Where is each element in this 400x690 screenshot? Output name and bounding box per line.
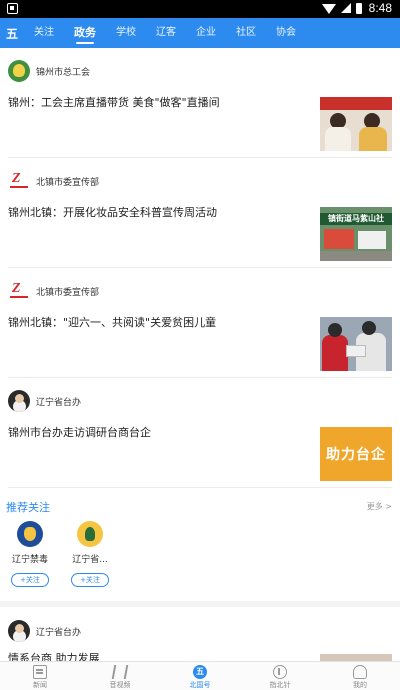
section-gap: [0, 601, 400, 607]
post-author[interactable]: 辽宁省台办: [8, 620, 81, 642]
follow-button[interactable]: +关注: [71, 573, 109, 587]
author-name: 北镇市委宣传部: [36, 287, 100, 298]
system-indicators: 8:48: [321, 1, 392, 15]
post-title[interactable]: 情系台商 助力发展: [8, 652, 308, 661]
more-link[interactable]: 更多 >: [367, 501, 392, 512]
feed-item[interactable]: 北镇市委宣传部 锦州北镇：开展化妆品安全科普宣传周活动 镇街道马紫山社: [0, 158, 400, 268]
author-name: 北镇市委宣传部: [36, 177, 100, 188]
app-notification-icon: [7, 3, 18, 14]
recommend-card[interactable]: 辽宁省... +关注: [66, 521, 114, 595]
taiwan-office-avatar-icon: [8, 620, 30, 642]
propaganda-dept-avatar-icon: [8, 170, 30, 192]
post-thumbnail[interactable]: 助力台企: [320, 427, 392, 481]
post-title[interactable]: 锦州北镇："迎六一、共阅读"关爱贫困儿童: [8, 316, 308, 330]
recommend-name: 辽宁禁毒: [11, 555, 48, 565]
user-icon: [353, 665, 367, 679]
nav-label: 新闻: [33, 681, 47, 689]
post-author[interactable]: 北镇市委宣传部: [8, 170, 99, 192]
home-logo-icon[interactable]: 五: [0, 18, 24, 48]
thumbnail-sign-text: 镇街道马紫山社: [320, 213, 392, 225]
province-badge-icon: [77, 521, 103, 547]
status-bar: 8:48: [0, 0, 400, 18]
tab-liaoke[interactable]: 辽客: [156, 18, 176, 48]
recommend-card[interactable]: 辽宁禁毒 +关注: [6, 521, 54, 595]
post-thumbnail[interactable]: 镇街道马紫山社: [320, 207, 392, 261]
battery-icon: [355, 2, 362, 14]
nav-label: 音视频: [109, 681, 131, 689]
tab-guanzhu[interactable]: 关注: [34, 18, 54, 48]
post-author[interactable]: 锦州市总工会: [8, 60, 90, 82]
nav-label: 我的: [353, 681, 367, 689]
anti-drug-badge-icon: [17, 521, 43, 547]
taiwan-office-avatar-icon: [8, 390, 30, 412]
nav-video[interactable]: 音视频: [80, 662, 160, 690]
tab-zhengwu[interactable]: 政务: [74, 18, 96, 48]
beiguo-icon: 五: [193, 665, 207, 679]
recommend-name: 辽宁省...: [72, 555, 108, 565]
tab-xuexiao[interactable]: 学校: [116, 18, 136, 48]
signal-icon: [340, 3, 351, 13]
video-icon: [111, 665, 129, 679]
post-author[interactable]: 辽宁省台办: [8, 390, 81, 412]
wifi-icon: [321, 4, 336, 14]
news-icon: [33, 665, 47, 679]
post-thumbnail[interactable]: [320, 654, 392, 661]
post-thumbnail[interactable]: [320, 317, 392, 371]
feed-item[interactable]: 辽宁省台办 锦州市台办走访调研台商台企 助力台企: [0, 378, 400, 488]
channel-tabbar: 五 关注 政务 学校 辽客 企业 社区 协会: [0, 18, 400, 48]
post-title[interactable]: 锦州北镇：开展化妆品安全科普宣传周活动: [8, 206, 308, 220]
nav-label: 指北针: [269, 681, 291, 689]
nav-beiguo[interactable]: 五 北国号: [160, 662, 240, 690]
post-author[interactable]: 北镇市委宣传部: [8, 280, 99, 302]
author-name: 辽宁省台办: [36, 397, 82, 408]
post-title[interactable]: 锦州：工会主席直播带货 美食"做客"直播间: [8, 96, 308, 110]
nav-compass[interactable]: 指北针: [240, 662, 320, 690]
recommend-follow-section: 推荐关注 更多 > 辽宁禁毒 +关注 辽宁省... +关注: [0, 493, 400, 601]
post-thumbnail[interactable]: [320, 97, 392, 151]
nav-label: 北国号: [189, 681, 211, 689]
tab-qiye[interactable]: 企业: [196, 18, 216, 48]
nav-news[interactable]: 新闻: [0, 662, 80, 690]
news-feed[interactable]: 锦州市总工会 锦州：工会主席直播带货 美食"做客"直播间 北镇市委宣传部 锦州北…: [0, 48, 400, 661]
clock: 8:48: [368, 1, 392, 15]
recommend-title: 推荐关注: [6, 501, 50, 514]
author-name: 辽宁省台办: [36, 627, 82, 638]
feed-item[interactable]: 辽宁省台办 情系台商 助力发展: [0, 608, 400, 661]
tab-shequ[interactable]: 社区: [236, 18, 256, 48]
feed-item[interactable]: 锦州市总工会 锦州：工会主席直播带货 美食"做客"直播间: [0, 48, 400, 158]
follow-button[interactable]: +关注: [11, 573, 49, 587]
bottom-nav: 新闻 音视频 五 北国号 指北针 我的: [0, 661, 400, 690]
compass-icon: [273, 665, 287, 679]
divider: [8, 487, 392, 488]
feed-item[interactable]: 北镇市委宣传部 锦州北镇："迎六一、共阅读"关爱贫困儿童: [0, 268, 400, 378]
nav-me[interactable]: 我的: [320, 662, 400, 690]
post-title[interactable]: 锦州市台办走访调研台商台企: [8, 426, 308, 440]
trade-union-avatar-icon: [8, 60, 30, 82]
author-name: 锦州市总工会: [36, 67, 91, 78]
propaganda-dept-avatar-icon: [8, 280, 30, 302]
thumbnail-banner-text: 助力台企: [326, 447, 386, 463]
tab-xiehui[interactable]: 协会: [276, 18, 296, 48]
